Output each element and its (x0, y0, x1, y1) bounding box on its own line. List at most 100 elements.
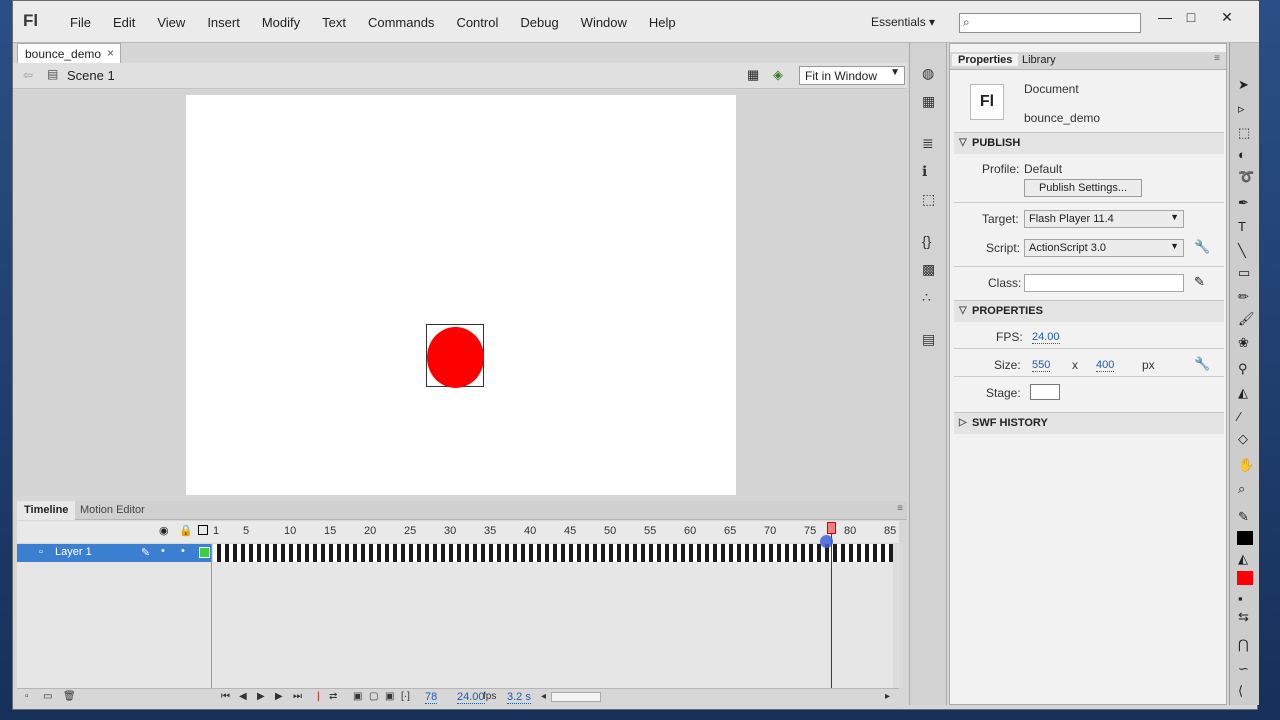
menu-window[interactable]: Window (570, 15, 638, 30)
search-input[interactable]: ⌕ (959, 13, 1141, 33)
tab-motion-editor[interactable]: Motion Editor (73, 501, 152, 520)
swf-history-section-header[interactable]: ▷ SWF HISTORY (954, 412, 1224, 434)
pen-tool-icon[interactable]: ✒ (1238, 195, 1249, 211)
menu-debug[interactable]: Debug (509, 15, 569, 30)
height-value[interactable]: 400 (1096, 359, 1115, 372)
paint-bucket-tool-icon[interactable]: ◭ (1238, 385, 1248, 401)
menu-insert[interactable]: Insert (196, 15, 251, 30)
width-value[interactable]: 550 (1032, 359, 1051, 372)
deco-tool-icon[interactable]: ❀ (1238, 335, 1249, 351)
bone-tool-icon[interactable]: ⚲ (1238, 361, 1248, 377)
brush-tool-icon[interactable]: 🖌 (1238, 311, 1255, 327)
panel-menu-icon[interactable]: ≡ (897, 503, 903, 514)
visibility-dot[interactable]: • (161, 545, 165, 557)
smooth-icon[interactable]: ∽ (1238, 661, 1249, 677)
hand-tool-icon[interactable]: ✋ (1238, 457, 1254, 473)
swap-colors-icon[interactable]: ⇆ (1238, 609, 1249, 625)
playhead[interactable] (827, 522, 836, 534)
stage[interactable] (186, 95, 736, 495)
ball-symbol[interactable] (426, 324, 484, 388)
motion-presets-icon[interactable]: ∴ (922, 289, 931, 306)
elapsed-time[interactable]: 3.2 s (507, 691, 531, 704)
frame-rate[interactable]: 24.00 (457, 691, 485, 704)
playhead-line[interactable] (831, 522, 832, 690)
fps-value[interactable]: 24.00 (1032, 331, 1060, 344)
eraser-tool-icon[interactable]: ◇ (1238, 431, 1248, 447)
timeline-vscrollbar[interactable] (893, 544, 903, 688)
zoom-tool-icon[interactable]: ⌕ (1238, 481, 1245, 497)
eye-icon[interactable]: ◉ (159, 524, 169, 537)
scroll-right-icon[interactable]: ▸ (885, 691, 890, 702)
rectangle-tool-icon[interactable]: ▭ (1238, 265, 1250, 281)
new-folder-icon[interactable]: ▭ (43, 691, 52, 702)
info-icon[interactable]: ℹ (922, 163, 927, 180)
history-icon[interactable]: ▤ (922, 331, 935, 348)
wrench-icon[interactable]: 🔧 (1194, 356, 1210, 372)
next-frame-icon[interactable]: ▶ (275, 691, 283, 702)
frame-strip[interactable] (213, 544, 893, 562)
components-icon[interactable]: ▩ (922, 261, 935, 278)
menu-view[interactable]: View (146, 15, 196, 30)
menu-modify[interactable]: Modify (251, 15, 311, 30)
pencil-tool-icon[interactable]: ✏ (1238, 289, 1249, 305)
lock-icon[interactable]: 🔒 (179, 524, 193, 537)
edit-scene-icon[interactable]: ▦ (747, 67, 759, 83)
menu-control[interactable]: Control (445, 15, 509, 30)
modify-markers-icon[interactable]: [·] (401, 691, 410, 702)
center-frame-icon[interactable]: | (317, 691, 320, 702)
3d-rotation-tool-icon[interactable]: ◐ (1238, 147, 1246, 162)
edit-symbols-icon[interactable]: ◈ (773, 67, 783, 83)
tab-timeline[interactable]: Timeline (17, 501, 76, 520)
properties-section-header[interactable]: ▽ PROPERTIES (954, 300, 1224, 322)
play-icon[interactable]: ▶ (257, 691, 265, 702)
loop-icon[interactable]: ⇄ (329, 691, 337, 702)
menu-edit[interactable]: Edit (102, 15, 146, 30)
class-input[interactable] (1024, 274, 1184, 292)
onion-skin-icon[interactable]: ▣ (353, 691, 362, 702)
menu-commands[interactable]: Commands (357, 15, 445, 30)
fill-color-swatch[interactable] (1237, 571, 1253, 585)
onion-outline-icon[interactable]: ▢ (369, 691, 378, 702)
panel-menu-icon[interactable]: ≡ (1214, 53, 1220, 64)
pencil-icon[interactable]: ✎ (1194, 274, 1205, 290)
transform-icon[interactable]: ⬚ (922, 191, 935, 208)
maximize-button[interactable]: □ (1179, 7, 1203, 27)
timeline-ruler[interactable]: ◉ 🔒 1 5 10 15 20 25 30 35 40 45 50 55 60… (17, 521, 899, 543)
workspace-switcher[interactable]: Essentials ▾ (871, 15, 935, 29)
tab-library[interactable]: Library (1016, 54, 1062, 66)
swatches-icon[interactable]: ▦ (922, 93, 935, 110)
menu-file[interactable]: File (59, 15, 102, 30)
prev-frame-icon[interactable]: ◀ (239, 691, 247, 702)
selection-tool-icon[interactable]: ➤ (1238, 77, 1249, 93)
menu-text[interactable]: Text (311, 15, 357, 30)
outline-icon[interactable] (198, 525, 208, 535)
back-arrow-icon[interactable]: ⇦ (23, 68, 33, 82)
eyedropper-tool-icon[interactable]: ⁄ (1238, 409, 1240, 424)
new-layer-icon[interactable]: ▫ (25, 691, 29, 702)
stroke-color-swatch[interactable] (1237, 531, 1253, 545)
close-window-button[interactable]: ✕ (1215, 7, 1239, 27)
trash-icon[interactable]: 🗑 (63, 691, 76, 702)
document-tab[interactable]: bounce_demo × (17, 43, 121, 63)
publish-section-header[interactable]: ▽ PUBLISH (954, 132, 1224, 154)
tab-properties[interactable]: Properties (952, 54, 1019, 66)
zoom-select[interactable]: Fit in Window ▼ (799, 66, 905, 85)
minimize-button[interactable]: — (1153, 7, 1177, 27)
scroll-left-icon[interactable]: ◂ (541, 691, 546, 702)
target-select[interactable]: Flash Player 11.4 ▼ (1024, 210, 1184, 228)
color-panel-icon[interactable]: ◍ (922, 65, 934, 82)
free-transform-tool-icon[interactable]: ⬚ (1238, 125, 1250, 141)
current-frame[interactable]: 78 (425, 691, 438, 704)
script-select[interactable]: ActionScript 3.0 ▼ (1024, 239, 1184, 257)
timeline-hscroll-thumb[interactable] (551, 692, 601, 702)
close-icon[interactable]: × (107, 46, 114, 60)
line-tool-icon[interactable]: ╲ (1238, 243, 1246, 259)
lasso-tool-icon[interactable]: ➰ (1238, 169, 1254, 185)
lock-dot[interactable]: • (181, 545, 185, 557)
menu-help[interactable]: Help (638, 15, 687, 30)
edit-multiple-icon[interactable]: ▣ (385, 691, 394, 702)
straighten-icon[interactable]: ⟨ (1238, 683, 1243, 699)
snap-magnet-icon[interactable]: ⋂ (1238, 637, 1249, 653)
black-white-icon[interactable]: ▪ (1238, 591, 1243, 606)
layer-color-swatch[interactable] (199, 547, 210, 558)
